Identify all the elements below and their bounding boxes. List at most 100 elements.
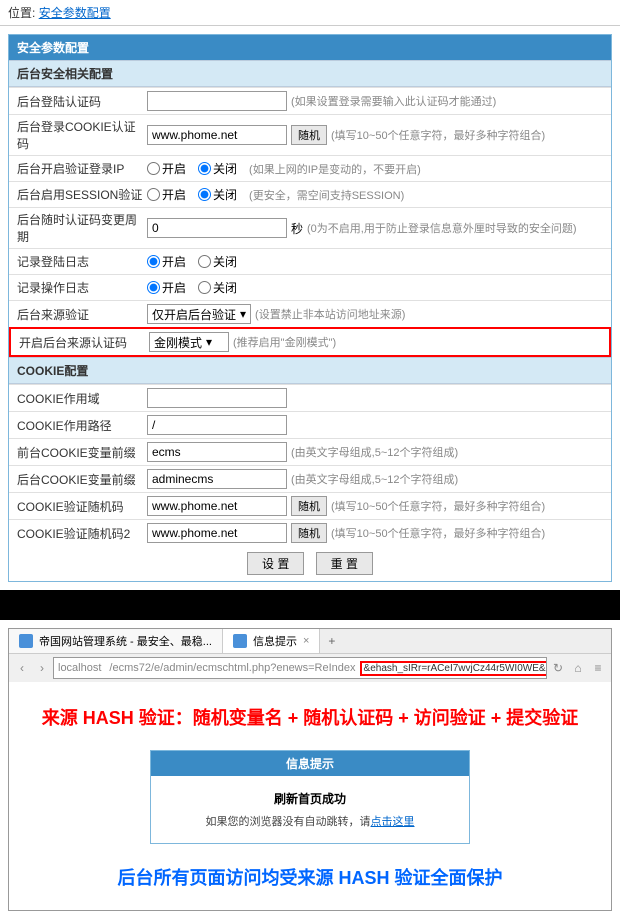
row-front-prefix: 前台COOKIE变量前缀 (由英文字母组成,5~12个字符组成) [9,438,611,465]
new-tab-button[interactable]: + [320,632,343,650]
row-cookie-rand2: COOKIE验证随机码2 随机 (填写10~50个任意字符，最好多种字符组合) [9,519,611,546]
info-message: 如果您的浏览器没有自动跳转，请点击这里 [165,813,455,829]
label: 记录操作日志 [17,279,147,296]
tab-title: 帝国网站管理系统 - 最安全、最稳... [39,633,212,649]
submit-button[interactable]: 设 置 [247,552,304,575]
browser-tab-2[interactable]: 信息提示 × [223,629,320,653]
location-link[interactable]: 安全参数配置 [39,6,111,20]
hint: (由英文字母组成,5~12个字符组成) [291,471,458,487]
panel-title: 安全参数配置 [9,35,611,60]
label: 记录登陆日志 [17,253,147,270]
label: 前台COOKIE变量前缀 [17,444,147,461]
cookie-rand2-input[interactable] [147,523,287,543]
row-auth-period: 后台随时认证码变更周期 秒 (0为不启用,用于防止登录信息意外厘时导致的安全问题… [9,207,611,248]
label: COOKIE作用域 [17,390,147,407]
row-session: 后台启用SESSION验证 开启 关闭 (更安全，需空间支持SESSION) [9,181,611,207]
label: 后台来源验证 [17,306,147,323]
info-header: 信息提示 [151,751,469,776]
url-host: localhost [54,662,105,674]
label: 开启后台来源认证码 [19,334,149,351]
radio-on[interactable] [147,188,160,201]
row-ip-verify: 后台开启验证登录IP 开启 关闭 (如果上网的IP是变动的，不要开启) [9,155,611,181]
url-hash-highlight: &ehash_sIRr=rACeI7wvjCz44r5WI0WE&rhash_d… [360,661,547,676]
front-prefix-input[interactable] [147,442,287,462]
period-input[interactable] [147,218,287,238]
security-config-panel: 安全参数配置 后台安全相关配置 后台登陆认证码 (如果设置登录需要输入此认证码才… [8,34,612,582]
hint: (填写10~50个任意字符，最好多种字符组合) [331,127,545,143]
sub-header-cookie: COOKIE配置 [9,357,611,384]
radio-on[interactable] [147,281,160,294]
hint: (0为不启用,用于防止登录信息意外厘时导致的安全问题) [307,220,577,236]
row-auth-code: 后台登陆认证码 (如果设置登录需要输入此认证码才能通过) [9,87,611,114]
random-button[interactable]: 随机 [291,523,327,543]
tab-bar: 帝国网站管理系统 - 最安全、最稳... 信息提示 × + [9,629,611,654]
row-op-log: 记录操作日志 开启 关闭 [9,274,611,300]
chevron-down-icon: ▾ [240,307,246,321]
hint: (由英文字母组成,5~12个字符组成) [291,444,458,460]
row-referer: 后台来源验证 仅开启后台验证▾ (设置禁止非本站访问地址来源) [9,300,611,327]
radio-off[interactable] [198,188,211,201]
cookie-domain-input[interactable] [147,388,287,408]
row-admin-prefix: 后台COOKIE变量前缀 (由英文字母组成,5~12个字符组成) [9,465,611,492]
hint: (设置禁止非本站访问地址来源) [255,306,405,322]
cookie-path-input[interactable] [147,415,287,435]
location-label: 位置: [8,6,35,20]
cookie-auth-input[interactable] [147,125,287,145]
address-bar: ‹ › localhost /ecms72/e/admin/ecmschtml.… [9,654,611,682]
radio-off[interactable] [198,255,211,268]
button-row: 设 置 重 置 [9,546,611,581]
browser-viewport: 来源 HASH 验证：随机变量名 + 随机认证码 + 访问验证 + 提交验证 信… [9,682,611,910]
browser-tab-1[interactable]: 帝国网站管理系统 - 最安全、最稳... [9,629,223,653]
close-icon[interactable]: × [303,635,309,647]
referer-select[interactable]: 仅开启后台验证▾ [147,304,251,324]
auth-code-input[interactable] [147,91,287,111]
hint: (填写10~50个任意字符，最好多种字符组合) [331,525,545,541]
mode-select[interactable]: 金刚模式▾ [149,332,229,352]
home-icon[interactable]: ⌂ [569,659,587,677]
radio-on[interactable] [147,162,160,175]
row-cookie-domain: COOKIE作用域 [9,384,611,411]
admin-prefix-input[interactable] [147,469,287,489]
url-field[interactable]: localhost /ecms72/e/admin/ecmschtml.php?… [53,657,547,679]
radio-on[interactable] [147,255,160,268]
forward-button[interactable]: › [33,659,51,677]
row-cookie-rand: COOKIE验证随机码 随机 (填写10~50个任意字符，最好多种字符组合) [9,492,611,519]
sub-header-admin: 后台安全相关配置 [9,60,611,87]
hint: (推荐启用"金刚模式") [233,334,336,350]
row-cookie-auth: 后台登录COOKIE认证码 随机 (填写10~50个任意字符，最好多种字符组合) [9,114,611,155]
url-path: /ecms72/e/admin/ecmschtml.php?enews=ReIn… [105,662,359,674]
label: COOKIE验证随机码2 [17,525,147,542]
label: 后台开启验证登录IP [17,160,147,177]
label: COOKIE验证随机码 [17,498,147,515]
label: 后台登陆认证码 [17,93,147,110]
hash-verify-heading: 来源 HASH 验证：随机变量名 + 随机认证码 + 访问验证 + 提交验证 [19,704,601,730]
favicon-icon [233,634,247,648]
browser-window: 帝国网站管理系统 - 最安全、最稳... 信息提示 × + ‹ › localh… [8,628,612,911]
row-login-log: 记录登陆日志 开启 关闭 [9,248,611,274]
row-referer-auth: 开启后台来源认证码 金刚模式▾ (推荐启用"金刚模式") [9,327,611,357]
label: 后台随时认证码变更周期 [17,211,147,245]
refresh-icon[interactable]: ↻ [549,659,567,677]
tab-title: 信息提示 [253,633,297,649]
label: 后台COOKIE变量前缀 [17,471,147,488]
reset-button[interactable]: 重 置 [316,552,373,575]
radio-off[interactable] [198,162,211,175]
info-panel: 信息提示 刷新首页成功 如果您的浏览器没有自动跳转，请点击这里 [150,750,470,844]
random-button[interactable]: 随机 [291,496,327,516]
back-button[interactable]: ‹ [13,659,31,677]
divider [0,590,620,620]
hash-protect-heading: 后台所有页面访问均受来源 HASH 验证全面保护 [19,864,601,890]
hint: (填写10~50个任意字符，最好多种字符组合) [331,498,545,514]
hint: (如果上网的IP是变动的，不要开启) [249,161,421,177]
redirect-link[interactable]: 点击这里 [371,816,415,828]
favicon-icon [19,634,33,648]
label: COOKIE作用路径 [17,417,147,434]
hint: (更安全，需空间支持SESSION) [249,187,404,203]
label: 后台登录COOKIE认证码 [17,118,147,152]
cookie-rand-input[interactable] [147,496,287,516]
menu-icon[interactable]: ≡ [589,659,607,677]
radio-off[interactable] [198,281,211,294]
breadcrumb: 位置: 安全参数配置 [0,0,620,26]
random-button[interactable]: 随机 [291,125,327,145]
hint: (如果设置登录需要输入此认证码才能通过) [291,93,496,109]
